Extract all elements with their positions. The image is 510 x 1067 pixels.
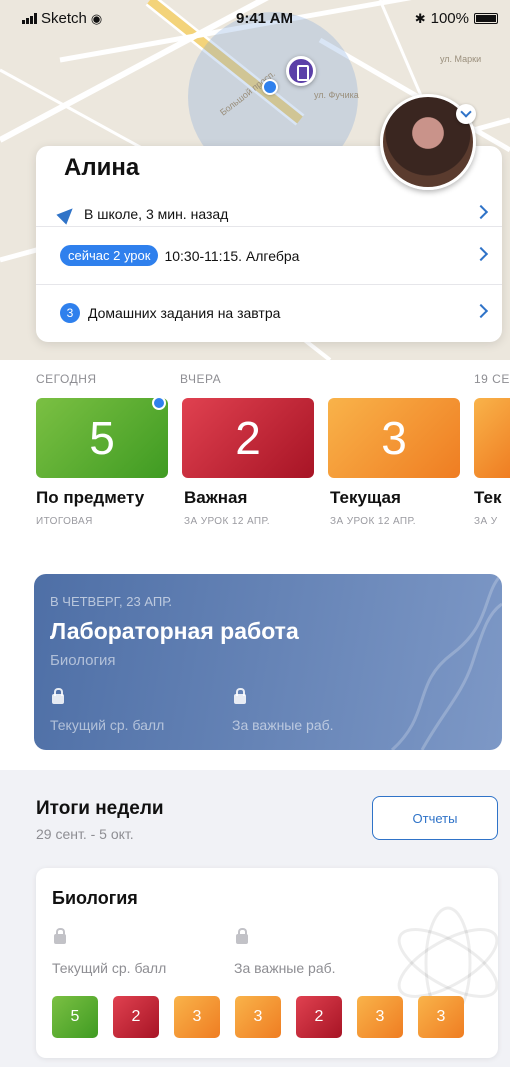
lab-title: Лабораторная работа	[50, 618, 299, 644]
grade-title: По предмету	[36, 488, 145, 507]
carrier-name: Sketch	[41, 10, 87, 27]
week-grade-chip[interactable]: 3	[174, 996, 220, 1038]
child-name: Алина	[64, 154, 140, 181]
school-pin-icon[interactable]	[286, 56, 316, 86]
wifi-icon: ◉	[90, 10, 103, 26]
grade-subtitle: ЗА УРОК 12 АПР.	[330, 516, 416, 527]
week-range: 29 сент. - 5 окт.	[36, 826, 134, 842]
status-bar: Sketch ◉ 9:41 AM ✱ 100%	[0, 0, 510, 34]
lock-icon	[234, 688, 246, 704]
homework-text: Домашних задания на завтра	[88, 304, 281, 321]
reports-button[interactable]: Отчеты	[372, 796, 498, 840]
street-label: ул. Фучика	[314, 90, 359, 100]
week-grade-chip[interactable]: 3	[235, 996, 281, 1038]
lab-subject: Биология	[50, 652, 116, 669]
lock-icon	[236, 928, 248, 944]
carrier: Sketch ◉	[22, 10, 102, 27]
dna-icon	[390, 574, 502, 750]
week-grade-chip[interactable]: 3	[357, 996, 403, 1038]
street-label: ул. Марки	[440, 54, 482, 64]
subject-summary-card[interactable]: Биология Текущий ср. балл За важные раб.…	[36, 868, 498, 1058]
subject-metric-important: За важные раб.	[234, 960, 336, 976]
grade-subtitle: ЗА УРОК 12 АПР.	[184, 516, 270, 527]
new-grade-indicator	[152, 396, 166, 410]
homework-count-badge: 3	[60, 302, 80, 323]
grade-title: Тек	[474, 488, 502, 507]
bluetooth-icon: ✱	[414, 10, 426, 26]
subject-title: Биология	[52, 888, 138, 908]
week-grade-chip[interactable]: 2	[296, 996, 342, 1038]
grade-title: Текущая	[330, 488, 401, 507]
grade-subtitle: ЗА У	[474, 516, 498, 527]
current-location-dot	[262, 79, 278, 95]
subject-metric-current: Текущий ср. балл	[52, 960, 167, 976]
chevron-right-icon	[473, 246, 489, 261]
signal-icon	[22, 13, 37, 24]
battery-status: ✱ 100%	[415, 10, 498, 27]
grade-subtitle: ИТОГОВАЯ	[36, 516, 93, 527]
week-grade-chip[interactable]: 5	[52, 996, 98, 1038]
grades-label-today: СЕГОДНЯ	[36, 372, 97, 386]
homework-row[interactable]: 3 Домашних задания на завтра	[36, 284, 502, 340]
week-grade-chip[interactable]: 2	[113, 996, 159, 1038]
location-text: В школе, 3 мин. назад	[84, 206, 229, 222]
week-title: Итоги недели	[36, 798, 164, 819]
lesson-badge: сейчас 2 урок	[60, 245, 159, 266]
chevron-down-icon[interactable]	[456, 104, 476, 124]
lesson-text: 10:30-11:15. Алгебра	[164, 247, 300, 264]
grades-label-date: 19 СЕ	[474, 372, 510, 386]
grade-tile[interactable]: 3	[328, 398, 460, 478]
battery-icon	[474, 13, 498, 24]
location-arrow-icon	[56, 203, 78, 225]
current-lesson-row[interactable]: сейчас 2 урок 10:30-11:15. Алгебра	[36, 226, 502, 284]
grade-tile[interactable]: 2	[182, 398, 314, 478]
lab-date: В ЧЕТВЕРГ, 23 АПР.	[50, 594, 173, 609]
battery-percent: 100%	[430, 10, 469, 27]
status-time: 9:41 AM	[236, 10, 293, 27]
upcoming-lab-card[interactable]: В ЧЕТВЕРГ, 23 АПР. Лабораторная работа Б…	[34, 574, 502, 750]
week-grade-chip[interactable]: 3	[418, 996, 464, 1038]
grade-tile[interactable]: 5	[36, 398, 168, 478]
grade-tile[interactable]	[474, 398, 510, 478]
lab-metric-current: Текущий ср. балл	[50, 717, 165, 733]
lab-metric-important: За важные раб.	[232, 717, 334, 733]
grades-label-yesterday: ВЧЕРА	[180, 372, 222, 386]
grade-title: Важная	[184, 488, 248, 507]
chevron-right-icon	[473, 303, 489, 318]
chevron-right-icon	[473, 204, 489, 220]
lock-icon	[52, 688, 64, 704]
lock-icon	[54, 928, 66, 944]
